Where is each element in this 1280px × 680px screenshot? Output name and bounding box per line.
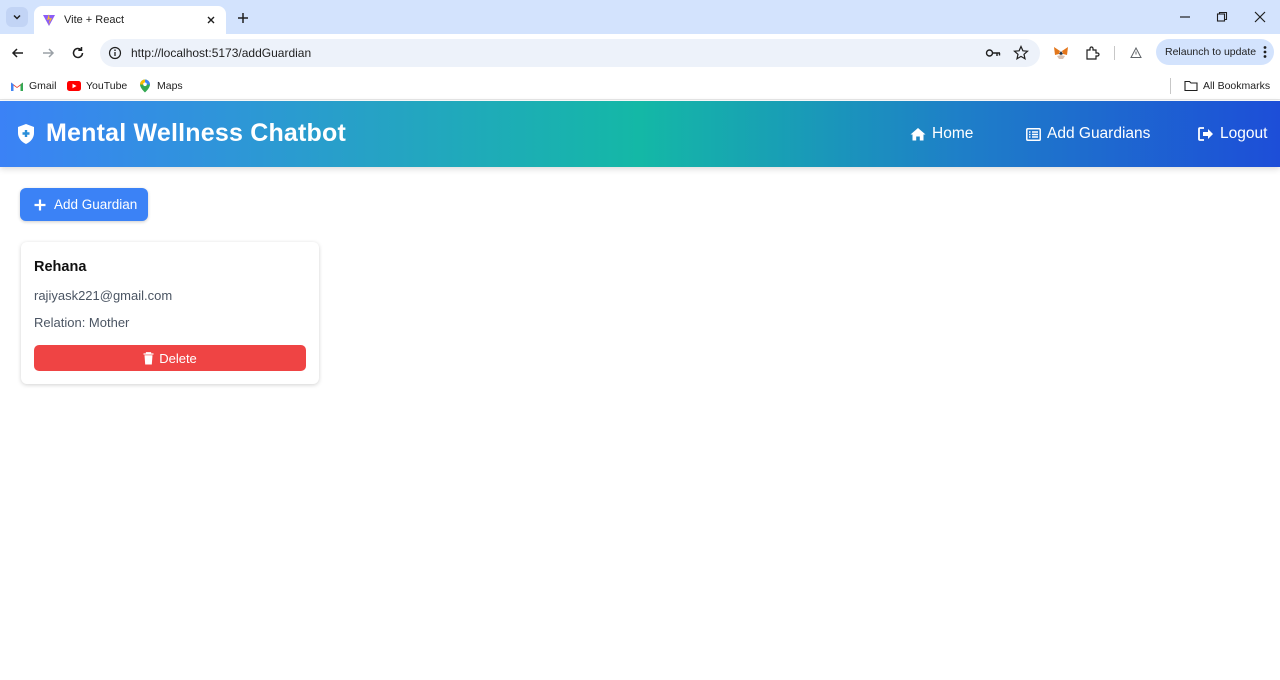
- bookmark-label: YouTube: [86, 80, 128, 92]
- reload-icon: [72, 47, 84, 59]
- youtube-icon: [67, 79, 81, 93]
- chevron-down-icon: [13, 14, 21, 20]
- bookmarks-bar: Gmail YouTube Maps All Bookmarks: [0, 72, 1280, 100]
- nav-home-label: Home: [932, 125, 974, 142]
- browser-toolbar: http://localhost:5173/addGuardian Relaun…: [0, 34, 1280, 72]
- app-title: Mental Wellness Chatbot: [46, 119, 347, 147]
- new-tab-button[interactable]: [234, 9, 252, 27]
- bookmark-gmail[interactable]: Gmail: [10, 78, 56, 94]
- maps-icon: [138, 79, 152, 93]
- url-text[interactable]: http://localhost:5173/addGuardian: [131, 46, 311, 60]
- back-button[interactable]: [8, 43, 28, 63]
- restore-button[interactable]: [1214, 9, 1230, 25]
- extensions-puzzle-icon[interactable]: [1084, 45, 1100, 61]
- plus-icon: [34, 199, 46, 211]
- arrow-left-icon: [11, 48, 23, 58]
- delete-guardian-button[interactable]: Delete: [34, 345, 306, 371]
- all-bookmarks-button[interactable]: All Bookmarks: [1184, 78, 1270, 94]
- nav-add-guardians[interactable]: Add Guardians: [1025, 125, 1150, 143]
- add-guardian-button[interactable]: Add Guardian: [20, 188, 148, 221]
- guardian-email: rajiyask221@gmail.com: [34, 288, 173, 303]
- shield-plus-icon: [16, 123, 36, 145]
- vite-icon: [42, 13, 56, 27]
- bookmark-label: Maps: [157, 80, 183, 92]
- restore-icon: [1216, 11, 1228, 22]
- home-icon: [910, 126, 926, 142]
- bookmark-star-icon[interactable]: [1013, 45, 1029, 61]
- nav-logout[interactable]: Logout: [1198, 125, 1267, 143]
- add-guardian-label: Add Guardian: [54, 197, 138, 212]
- bookmark-maps[interactable]: Maps: [138, 78, 183, 94]
- gmail-icon: [10, 79, 24, 93]
- bookmark-label: Gmail: [29, 80, 57, 92]
- relaunch-label: Relaunch to update: [1165, 46, 1257, 58]
- bookmark-youtube[interactable]: YouTube: [67, 78, 127, 94]
- more-vertical-icon: [1263, 45, 1267, 59]
- list-icon: [1025, 126, 1041, 142]
- minimize-button[interactable]: [1177, 9, 1193, 25]
- arrow-right-icon: [43, 48, 55, 58]
- close-tab-icon[interactable]: [204, 13, 218, 27]
- guardian-name: Rehana: [34, 259, 87, 275]
- trash-icon: [143, 351, 154, 365]
- browser-tab[interactable]: Vite + React: [34, 6, 226, 34]
- metamask-extension-icon[interactable]: [1053, 45, 1069, 61]
- relaunch-to-update-button[interactable]: Relaunch to update: [1156, 39, 1274, 65]
- toolbar-divider: [1114, 46, 1115, 60]
- nav-logout-label: Logout: [1220, 125, 1268, 142]
- nav-add-guardians-label: Add Guardians: [1047, 125, 1151, 142]
- app-navbar: Mental Wellness Chatbot Home Add Guardia…: [0, 101, 1280, 167]
- nav-home[interactable]: Home: [910, 125, 973, 143]
- delete-label: Delete: [159, 350, 197, 366]
- tab-title: Vite + React: [64, 14, 125, 26]
- reload-button[interactable]: [68, 43, 88, 63]
- brand: Mental Wellness Chatbot: [16, 119, 346, 148]
- guardian-card: Rehana rajiyask221@gmail.com Relation: M…: [21, 242, 319, 384]
- tab-search-button[interactable]: [6, 7, 28, 27]
- close-window-button[interactable]: [1252, 9, 1268, 25]
- update-warning-icon: [1128, 45, 1144, 61]
- minimize-icon: [1180, 16, 1190, 18]
- address-bar[interactable]: http://localhost:5173/addGuardian: [100, 39, 1040, 67]
- browser-tab-strip: Vite + React: [0, 0, 1280, 34]
- all-bookmarks-label: All Bookmarks: [1203, 80, 1271, 92]
- logout-icon: [1198, 126, 1214, 142]
- plus-icon: [238, 13, 248, 23]
- forward-button[interactable]: [38, 43, 58, 63]
- site-info-icon[interactable]: [108, 46, 122, 60]
- folder-icon: [1184, 79, 1198, 93]
- guardian-relation: Relation: Mother: [34, 315, 130, 330]
- close-icon: [1254, 11, 1266, 23]
- password-key-icon[interactable]: [985, 46, 1001, 60]
- bookmarks-divider: [1170, 78, 1171, 94]
